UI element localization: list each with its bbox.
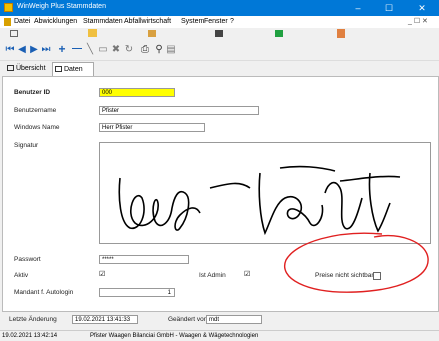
refresh-icon[interactable]: ↻ bbox=[124, 44, 134, 56]
title-bar: WinWeigh Plus Stammdaten – ☐ ✕ bbox=[0, 0, 439, 16]
menu-fenster[interactable]: Fenster bbox=[204, 18, 228, 25]
label-mandant: Mandant f. Autologin bbox=[14, 289, 74, 296]
tab-daten[interactable]: Daten bbox=[52, 62, 94, 76]
mandant-field[interactable]: 1 bbox=[99, 288, 175, 297]
letzte-aenderung-field: 19.02.2021 13:41:33 bbox=[72, 315, 138, 324]
folder-icon[interactable] bbox=[88, 29, 97, 37]
menu-abfallwirtschaft[interactable]: Abfallwirtschaft bbox=[124, 18, 171, 25]
geaendert-von-field: mdt bbox=[206, 315, 262, 324]
doc-icon bbox=[4, 18, 11, 26]
label-passwort: Passwort bbox=[14, 256, 41, 263]
navigator-toolbar: ⏮ ◀ ▶ ⏭ + — ╲ ▭ ✖ ↻ ⎙ ⚲ ▤ bbox=[0, 40, 439, 61]
passwort-field[interactable]: ***** bbox=[99, 255, 189, 264]
toolbar-top bbox=[0, 28, 439, 40]
menu-datei[interactable]: Datei bbox=[14, 18, 30, 25]
overview-icon bbox=[7, 65, 14, 72]
windows-name-field[interactable]: Herr Pfister bbox=[99, 123, 205, 132]
tab-uebersicht[interactable]: Übersicht bbox=[5, 62, 49, 75]
label-geaendert-von: Geändert von bbox=[168, 316, 208, 323]
tab-strip: Übersicht Daten bbox=[0, 61, 439, 76]
status-bar: 19.02.2021 13:42:14 Pfister Waagen Bilan… bbox=[0, 330, 439, 341]
app-icon bbox=[4, 3, 13, 12]
annotation-circle bbox=[284, 232, 429, 293]
edit-record-icon[interactable]: ╲ bbox=[85, 44, 95, 56]
label-benutzer-id: Benutzer ID bbox=[14, 89, 51, 96]
next-record-icon[interactable]: ▶ bbox=[29, 44, 39, 56]
list-icon[interactable] bbox=[148, 30, 156, 37]
first-record-icon[interactable]: ⏮ bbox=[5, 44, 15, 56]
network-icon[interactable] bbox=[275, 30, 283, 37]
search-icon[interactable]: ⚲ bbox=[154, 44, 164, 56]
tab-uebersicht-label: Übersicht bbox=[15, 65, 46, 72]
menu-system[interactable]: System bbox=[181, 18, 204, 25]
prev-record-icon[interactable]: ◀ bbox=[17, 44, 27, 56]
label-signatur: Signatur bbox=[14, 142, 39, 149]
benutzername-field[interactable]: Pfister bbox=[99, 106, 259, 115]
menu-help[interactable]: ? bbox=[230, 18, 234, 25]
window-title: WinWeigh Plus Stammdaten bbox=[17, 3, 106, 10]
aktiv-checkbox[interactable]: ☑ bbox=[99, 271, 106, 278]
print-icon[interactable]: ⎙ bbox=[140, 44, 150, 56]
mdi-controls[interactable]: _ ☐ ✕ bbox=[408, 17, 428, 25]
last-record-icon[interactable]: ⏭ bbox=[41, 44, 51, 56]
add-record-icon[interactable]: + bbox=[57, 43, 67, 55]
benutzer-id-field[interactable]: 000 bbox=[99, 88, 175, 97]
record-footer: Letzte Änderung 19.02.2021 13:41:33 Geän… bbox=[0, 312, 439, 330]
label-ist-admin: Ist Admin bbox=[199, 272, 226, 279]
delete-record-icon[interactable]: — bbox=[72, 43, 82, 55]
maximize-button[interactable]: ☐ bbox=[375, 0, 403, 16]
truck-icon[interactable] bbox=[215, 30, 223, 37]
tab-daten-label: Daten bbox=[63, 66, 83, 73]
menu-stammdaten[interactable]: Stammdaten bbox=[83, 18, 123, 25]
window-icon[interactable] bbox=[10, 30, 18, 37]
ist-admin-checkbox[interactable]: ☑ bbox=[244, 271, 251, 278]
menu-abwicklungen[interactable]: Abwicklungen bbox=[34, 18, 77, 25]
cancel-record-icon[interactable]: ✖ bbox=[111, 44, 121, 56]
data-icon bbox=[55, 66, 62, 73]
label-windows-name: Windows Name bbox=[14, 124, 60, 131]
label-letzte-aenderung: Letzte Änderung bbox=[9, 316, 57, 323]
minimize-button[interactable]: – bbox=[344, 0, 372, 16]
filter-icon[interactable]: ▤ bbox=[166, 44, 176, 56]
label-benutzername: Benutzername bbox=[14, 107, 57, 114]
label-aktiv: Aktiv bbox=[14, 272, 29, 279]
close-button[interactable]: ✕ bbox=[408, 0, 436, 16]
menu-bar: Datei Abwicklungen Stammdaten Abfallwirt… bbox=[0, 16, 439, 28]
report-icon[interactable] bbox=[337, 29, 345, 38]
save-record-icon[interactable]: ▭ bbox=[98, 44, 108, 56]
